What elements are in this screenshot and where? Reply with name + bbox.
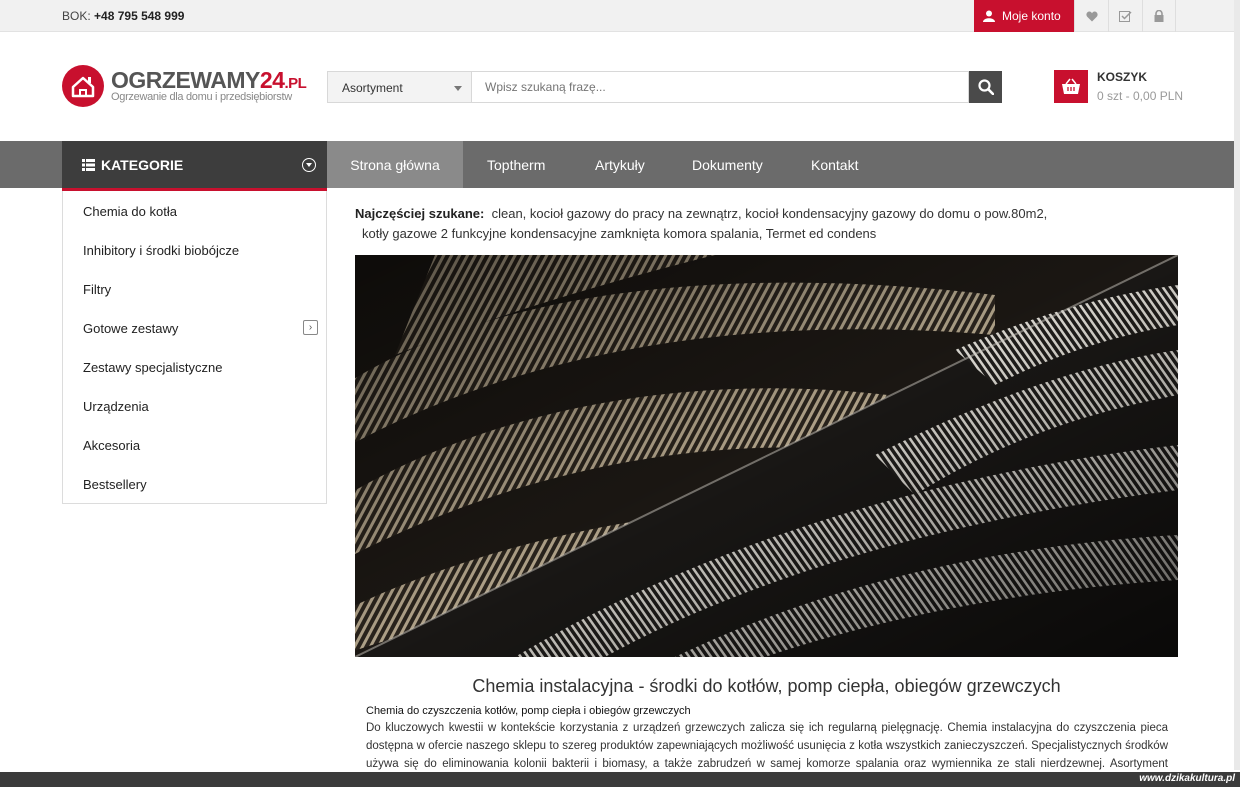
categories-label: KATEGORIE (101, 157, 184, 173)
chevron-down-icon (454, 86, 462, 91)
nav-documents[interactable]: Dokumenty (692, 141, 763, 188)
logo-tagline: Ogrzewanie dla domu i przedsiębiorstw (111, 91, 292, 103)
search-icon (977, 79, 994, 95)
cart-basket-icon[interactable] (1054, 70, 1088, 103)
heart-icon[interactable] (1074, 0, 1108, 32)
nav-contact[interactable]: Kontakt (811, 141, 858, 188)
watermark-bar (0, 772, 1240, 787)
nav-toptherm[interactable]: Toptherm (487, 141, 545, 188)
sidebar-item-zestawy-specjalistyczne[interactable]: Zestawy specjalistyczne (83, 360, 222, 375)
my-account-label: Moje konto (1002, 9, 1061, 23)
contact-phone: BOK: +48 795 548 999 (62, 9, 184, 23)
site-logo[interactable]: OGRZEWAMY24.PL Ogrzewanie dla domu i prz… (62, 65, 307, 107)
search-button[interactable] (969, 71, 1002, 103)
chevron-circle-down-icon (302, 158, 316, 172)
content-heading: Chemia instalacyjna - środki do kotłów, … (472, 676, 1061, 696)
search-bar: Asortyment (327, 71, 1002, 103)
popular-searches-links[interactable]: clean, kocioł gazowy do pracy na zewnątr… (492, 206, 1048, 221)
page-scrollbar[interactable] (1234, 0, 1240, 770)
logo-house-icon (62, 65, 104, 107)
my-account-button[interactable]: Moje konto (974, 0, 1074, 32)
top-bar: BOK: +48 795 548 999 Moje konto (0, 0, 1240, 32)
category-sidebar: Chemia do kotła Inhibitory i środki biob… (62, 191, 327, 504)
sidebar-item-chemia[interactable]: Chemia do kotła (83, 204, 177, 219)
user-icon (983, 10, 995, 22)
nav-articles[interactable]: Artykuły (595, 141, 645, 188)
phone-label: BOK: (62, 9, 91, 23)
cart-summary: 0 szt - 0,00 PLN (1097, 89, 1184, 103)
hero-banner-image[interactable] (355, 255, 1178, 657)
sidebar-item-filtry[interactable]: Filtry (83, 282, 111, 297)
popular-searches-links-2[interactable]: kotły gazowe 2 funkcyjne kondensacyjne z… (355, 224, 1055, 244)
list-icon (82, 159, 95, 171)
categories-toggle[interactable]: KATEGORIE (62, 141, 327, 191)
phone-number[interactable]: +48 795 548 999 (94, 9, 184, 23)
chevron-right-icon[interactable]: › (303, 320, 318, 335)
lock-icon[interactable] (1142, 0, 1176, 32)
content-subheading: Chemia do czyszczenia kotłów, pomp ciepł… (366, 705, 691, 717)
sidebar-item-inhibitory[interactable]: Inhibitory i środki biobójcze (83, 243, 239, 258)
checklist-icon[interactable] (1108, 0, 1142, 32)
search-category-value: Asortyment (342, 81, 403, 95)
sidebar-item-bestsellery[interactable]: Bestsellery (83, 477, 147, 492)
watermark-text: www.dzikakultura.pl (1139, 773, 1235, 784)
popular-searches-label: Najczęściej szukane: (355, 206, 485, 221)
search-input[interactable] (471, 71, 969, 103)
logo-wordmark: OGRZEWAMY24.PL (111, 67, 307, 93)
search-category-select[interactable]: Asortyment (327, 71, 472, 103)
sidebar-item-akcesoria[interactable]: Akcesoria (83, 438, 140, 453)
sidebar-item-gotowe-zestawy[interactable]: Gotowe zestawy (83, 321, 178, 336)
sidebar-item-urzadzenia[interactable]: Urządzenia (83, 399, 149, 414)
cart-title[interactable]: KOSZYK (1097, 70, 1147, 84)
nav-home[interactable]: Strona główna (327, 141, 463, 188)
popular-searches: Najczęściej szukane: clean, kocioł gazow… (355, 204, 1055, 244)
